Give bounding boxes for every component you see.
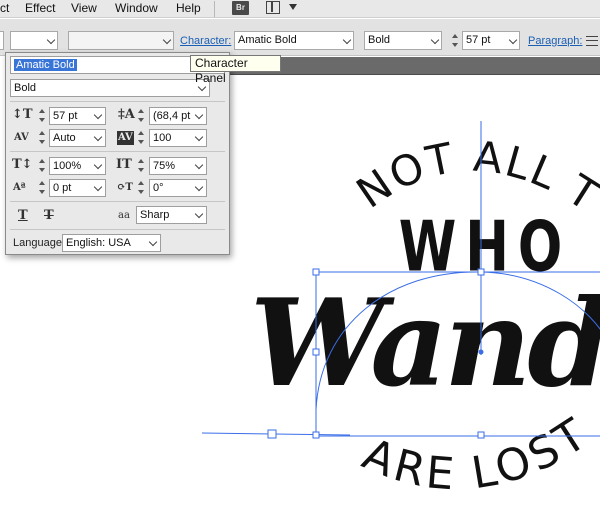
panel-language-dropdown[interactable]: English: USA [62, 234, 161, 252]
panel-kerning-value: Auto [53, 132, 76, 144]
menu-effect[interactable]: Effect [25, 1, 55, 15]
panel-divider [10, 151, 225, 152]
chevron-down-icon [93, 182, 103, 192]
font-size-field[interactable]: 57 pt [462, 31, 520, 50]
style-dropdown[interactable] [68, 31, 174, 50]
handle-bottom-left[interactable] [312, 431, 320, 439]
document-tab-strip [230, 57, 600, 75]
horizontal-scale-icon: IT [116, 157, 132, 172]
chevron-down-icon [162, 35, 172, 45]
font-family-value: Amatic Bold [238, 34, 297, 46]
chevron-down-icon [46, 35, 56, 45]
panel-font-family-value: Amatic Bold [14, 59, 77, 71]
panel-tracking-value: 100 [153, 132, 172, 144]
menu-bar: ct Effect View Window Help Br [0, 0, 600, 18]
menu-object[interactable]: ct [0, 1, 9, 15]
paragraph-link[interactable]: Paragraph: [528, 35, 582, 47]
font-size-value: 57 pt [466, 34, 491, 46]
menu-help[interactable]: Help [176, 1, 201, 15]
control-bar: Character: Amatic Bold Bold 57 pt Paragr… [0, 19, 600, 56]
menu-separator [214, 1, 215, 17]
artwork-line-bottom: ARE LOST [356, 407, 599, 500]
tooltip: Character Panel [190, 55, 281, 85]
panel-rotation-field[interactable]: 0° [149, 179, 207, 197]
leading-icon: ‡A [118, 107, 135, 122]
leading-stepper[interactable] [138, 109, 145, 122]
tracking-icon: AV [117, 131, 134, 145]
panel-divider [10, 229, 225, 230]
panel-anti-aliasing-value: Sharp [140, 209, 170, 221]
center-point[interactable] [478, 349, 484, 355]
menu-view[interactable]: View [71, 1, 97, 15]
menu-window[interactable]: Window [115, 1, 158, 15]
chevron-down-icon [93, 132, 103, 142]
chevron-down-icon [342, 35, 352, 45]
kerning-icon: AV [14, 132, 29, 143]
panel-font-size-value: 57 pt [53, 110, 78, 122]
panel-anti-aliasing-dropdown[interactable]: Sharp [136, 206, 207, 224]
bridge-icon[interactable]: Br [232, 1, 249, 15]
panel-kerning-dropdown[interactable]: Auto [49, 129, 106, 147]
baseline-shift-icon: Aª [13, 182, 26, 193]
handle-top-center[interactable] [477, 268, 485, 276]
strikethrough-icon[interactable]: T [44, 209, 54, 223]
underline-icon[interactable]: T [18, 209, 28, 223]
tracking-stepper[interactable] [138, 131, 145, 144]
panel-language-value: English: USA [66, 237, 131, 249]
handle-top-left[interactable] [312, 268, 320, 276]
baseline-shift-stepper[interactable] [39, 181, 46, 194]
font-size-stepper[interactable] [452, 34, 459, 47]
chevron-down-icon [93, 160, 103, 170]
anti-aliasing-icon: aa [118, 210, 130, 221]
panel-divider [10, 101, 225, 102]
align-left-icon[interactable] [586, 36, 598, 46]
language-label: Language: [13, 237, 65, 249]
chevron-down-icon [194, 160, 204, 170]
panel-vertical-scale-value: 100% [53, 160, 82, 172]
panel-leading-value: (68,4 pt [153, 110, 191, 122]
handle-bottom-center[interactable] [477, 431, 485, 439]
path-anchor[interactable] [267, 429, 277, 439]
panel-tracking-field[interactable]: 100 [149, 129, 207, 147]
brush-dropdown[interactable] [10, 31, 58, 50]
panel-font-style-value: Bold [14, 82, 37, 94]
panel-horizontal-scale-field[interactable]: 75% [149, 157, 207, 175]
panel-rotation-value: 0° [153, 182, 164, 194]
panel-vertical-scale-field[interactable]: 100% [49, 157, 106, 175]
chevron-down-icon [194, 110, 204, 120]
font-family-dropdown[interactable]: Amatic Bold [234, 31, 354, 50]
panel-horizontal-scale-value: 75% [153, 160, 176, 172]
chevron-down-icon [430, 35, 440, 45]
panel-baseline-shift-value: 0 pt [53, 182, 72, 194]
vertical-scale-icon: T↕ [12, 157, 33, 172]
character-rotation-icon: ⟳T [117, 182, 133, 193]
horizontal-scale-stepper[interactable] [138, 159, 145, 172]
arrange-documents-icon[interactable] [266, 1, 280, 14]
panel-font-style-dropdown[interactable]: Bold [10, 79, 210, 97]
chevron-down-icon [93, 110, 103, 120]
handle-middle-left[interactable] [312, 348, 320, 356]
stroke-field[interactable] [0, 31, 4, 50]
font-style-dropdown[interactable]: Bold [364, 31, 442, 50]
chevron-down-icon [194, 182, 204, 192]
font-size-stepper[interactable] [39, 109, 46, 122]
panel-baseline-shift-field[interactable]: 0 pt [49, 179, 106, 197]
chevron-down-icon [148, 237, 158, 247]
chevron-down-icon [194, 132, 204, 142]
panel-font-size-field[interactable]: 57 pt [49, 107, 106, 125]
artwork-line-bottom-text: ARE LOST [356, 407, 595, 500]
chevron-down-icon [194, 209, 204, 219]
panel-leading-field[interactable]: (68,4 pt [149, 107, 207, 125]
chevron-down-icon[interactable] [289, 4, 297, 10]
kerning-stepper[interactable] [39, 131, 46, 144]
character-link[interactable]: Character: [180, 35, 231, 47]
panel-divider [10, 201, 225, 202]
chevron-down-icon [508, 35, 518, 45]
font-style-value: Bold [368, 34, 391, 46]
vertical-scale-stepper[interactable] [39, 159, 46, 172]
rotation-stepper[interactable] [138, 181, 145, 194]
artwork-line-script: Wande [250, 273, 600, 414]
font-size-icon: ↕T [12, 107, 33, 122]
